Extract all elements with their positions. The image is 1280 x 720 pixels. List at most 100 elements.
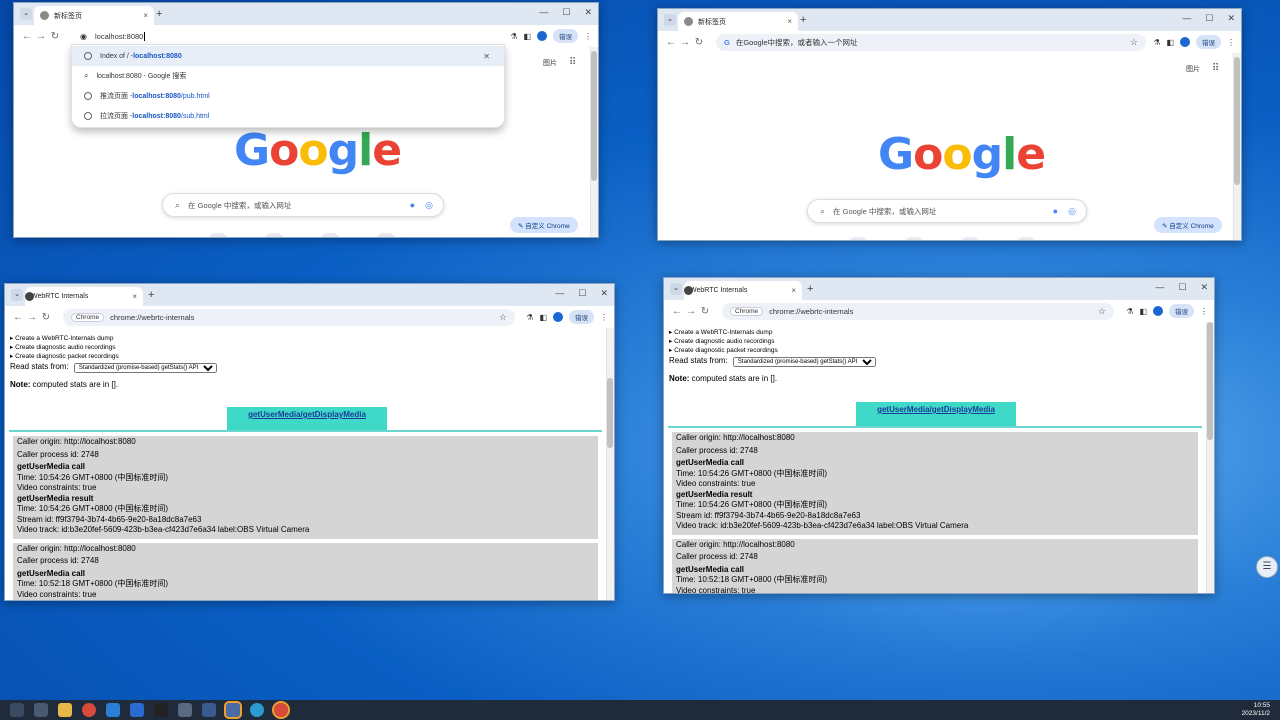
extensions-icon[interactable]: ⚗ — [1126, 307, 1133, 316]
details-packet[interactable]: ▸ Create diagnostic packet recordings — [5, 352, 614, 361]
side-panel-icon[interactable]: ◧ — [1166, 38, 1174, 47]
back-icon[interactable]: ← — [11, 312, 25, 323]
chrome-active-icon[interactable] — [272, 701, 290, 719]
maximize-icon[interactable]: ☐ — [578, 288, 586, 299]
maximize-icon[interactable]: ☐ — [562, 7, 570, 18]
minimize-icon[interactable]: — — [1155, 282, 1164, 293]
google-lens-icon[interactable]: ◎ — [425, 200, 433, 211]
extensions-icon[interactable]: ⚗ — [526, 313, 533, 322]
suggestion-item[interactable]: 推流页面 - localhost:8080/pub.html — [72, 86, 504, 106]
profile-avatar-icon[interactable] — [1153, 306, 1163, 316]
floating-side-button-icon[interactable]: ☰ — [1256, 556, 1278, 578]
maximize-icon[interactable]: ☐ — [1205, 13, 1213, 24]
close-window-icon[interactable]: ✕ — [1227, 13, 1235, 24]
minimize-icon[interactable]: — — [555, 288, 564, 299]
page-scrollbar[interactable] — [590, 47, 598, 237]
reload-icon[interactable]: ↻ — [48, 31, 62, 42]
bookmark-star-icon[interactable]: ☆ — [1130, 37, 1138, 48]
omnibox[interactable]: Chrome chrome://webrtc-internals ☆ — [722, 303, 1114, 320]
shortcut-tile[interactable] — [208, 233, 228, 237]
page-scrollbar[interactable] — [606, 328, 614, 600]
close-tab-icon[interactable]: × — [143, 11, 148, 20]
error-pill[interactable]: 错误 — [553, 29, 578, 43]
customize-chrome-button[interactable]: ✎ 自定义 Chrome — [1154, 217, 1222, 233]
microphone-icon[interactable]: ● — [1053, 206, 1058, 216]
close-tab-icon[interactable]: × — [791, 286, 796, 295]
scrollbar-thumb[interactable] — [1234, 57, 1240, 185]
new-tab-plus-icon[interactable]: + — [807, 283, 813, 295]
scrollbar-thumb[interactable] — [591, 51, 597, 181]
vscode-icon[interactable] — [106, 703, 120, 717]
menu-kebab-icon[interactable]: ⋮ — [1200, 307, 1208, 316]
shortcut-tile[interactable] — [1016, 237, 1036, 240]
shortcut-tile[interactable] — [848, 237, 868, 240]
apps-grid-icon[interactable]: ⠿ — [1212, 63, 1219, 74]
error-pill[interactable]: 错误 — [1169, 304, 1194, 318]
suggestion-item[interactable]: Index of / - localhost:8080 ✕ — [72, 46, 504, 66]
details-packet[interactable]: ▸ Create diagnostic packet recordings — [664, 346, 1214, 355]
reload-icon[interactable]: ↻ — [692, 37, 706, 48]
minimize-icon[interactable]: — — [539, 7, 548, 18]
omnibox[interactable]: ◉ localhost:8080 — [72, 28, 506, 45]
edge-icon[interactable] — [250, 703, 264, 717]
omnibox[interactable]: Chrome chrome://webrtc-internals ☆ — [63, 309, 515, 326]
shortcut-tile[interactable] — [264, 233, 284, 237]
microphone-icon[interactable]: ● — [410, 200, 415, 210]
suggestion-item[interactable]: ⌕ localhost:8080 - Google 搜索 — [72, 66, 504, 86]
new-tab-plus-icon[interactable]: + — [148, 289, 154, 301]
terminal-icon[interactable] — [154, 703, 168, 717]
task-view-icon[interactable] — [34, 703, 48, 717]
forward-icon[interactable]: → — [678, 37, 692, 48]
tab-webrtc-internals[interactable]: WebRTC Internals × — [25, 287, 143, 306]
google-lens-icon[interactable]: ◎ — [1068, 206, 1076, 217]
menu-kebab-icon[interactable]: ⋮ — [584, 32, 592, 41]
error-pill[interactable]: 错误 — [569, 310, 594, 324]
back-icon[interactable]: ← — [670, 306, 684, 317]
maximize-icon[interactable]: ☐ — [1178, 282, 1186, 293]
page-scrollbar[interactable] — [1206, 322, 1214, 593]
new-tab-plus-icon[interactable]: + — [156, 8, 162, 20]
settings-gear-icon[interactable] — [178, 703, 192, 717]
new-tab-plus-icon[interactable]: + — [800, 14, 806, 26]
tab-getusermedia[interactable]: getUserMedia/getDisplayMedia — [856, 402, 1016, 426]
profile-avatar-icon[interactable] — [1180, 37, 1190, 47]
shortcut-tile[interactable] — [320, 233, 340, 237]
remove-suggestion-icon[interactable]: ✕ — [483, 52, 490, 61]
omnibox-input[interactable]: localhost:8080 — [95, 32, 143, 41]
profile-avatar-icon[interactable] — [553, 312, 563, 322]
close-tab-icon[interactable]: × — [132, 292, 137, 301]
close-window-icon[interactable]: ✕ — [600, 288, 608, 299]
side-panel-icon[interactable]: ◧ — [539, 313, 547, 322]
stats-api-select[interactable]: Standardized (promise-based) getStats() … — [732, 357, 876, 367]
close-window-icon[interactable]: ✕ — [584, 7, 592, 18]
tab-getusermedia[interactable]: getUserMedia/getDisplayMedia — [227, 407, 387, 431]
shortcut-tile[interactable] — [376, 233, 396, 237]
forward-icon[interactable]: → — [684, 306, 698, 317]
search-icon[interactable] — [10, 703, 24, 717]
reload-icon[interactable]: ↻ — [698, 306, 712, 317]
details-audio[interactable]: ▸ Create diagnostic audio recordings — [664, 337, 1214, 346]
system-clock[interactable]: 10:55 2023/11/2 — [1242, 702, 1270, 718]
back-icon[interactable]: ← — [20, 31, 34, 42]
menu-kebab-icon[interactable]: ⋮ — [1227, 38, 1235, 47]
tab-new-tab[interactable]: 新标签页 × — [678, 12, 798, 31]
reload-icon[interactable]: ↻ — [39, 312, 53, 323]
forward-icon[interactable]: → — [34, 31, 48, 42]
tab-new-tab[interactable]: 新标签页 × — [34, 6, 154, 25]
omnibox-url[interactable]: chrome://webrtc-internals — [110, 313, 194, 322]
shortcut-tile[interactable] — [960, 237, 980, 240]
page-scrollbar[interactable] — [1233, 53, 1241, 240]
forward-icon[interactable]: → — [25, 312, 39, 323]
back-icon[interactable]: ← — [664, 37, 678, 48]
maps-icon[interactable] — [130, 703, 144, 717]
google-search-box[interactable]: ⌕ 在 Google 中搜索，或输入网址 ● ◎ — [162, 193, 444, 217]
profile-avatar-icon[interactable] — [537, 31, 547, 41]
scrollbar-thumb[interactable] — [1207, 322, 1213, 440]
chrome-icon[interactable] — [82, 703, 96, 717]
stats-api-select[interactable]: Standardized (promise-based) getStats() … — [73, 363, 217, 373]
suggestion-item[interactable]: 拉流页面 - localhost:8080/sub.html — [72, 106, 504, 126]
obs-icon[interactable] — [224, 701, 242, 719]
error-pill[interactable]: 错误 — [1196, 35, 1221, 49]
menu-kebab-icon[interactable]: ⋮ — [600, 313, 608, 322]
tab-search-icon[interactable]: ⌄ — [11, 289, 23, 301]
